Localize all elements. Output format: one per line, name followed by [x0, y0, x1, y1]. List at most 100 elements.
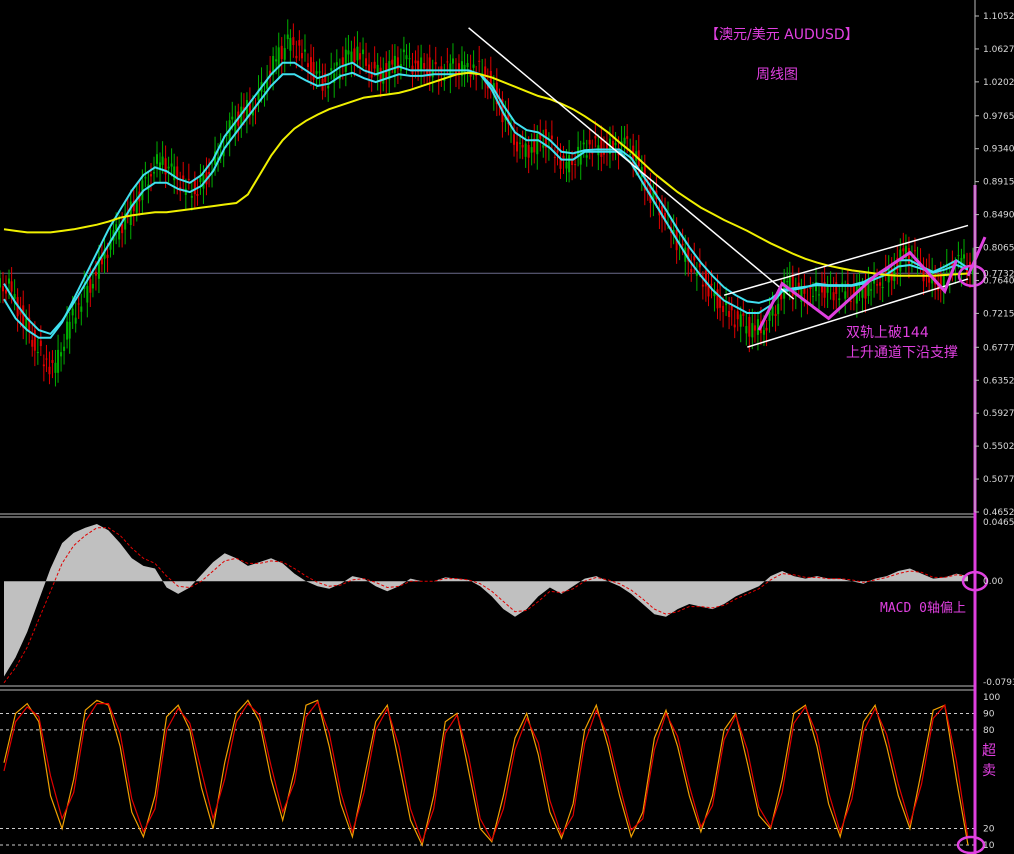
candle-body — [730, 305, 733, 311]
candle-body — [289, 37, 292, 51]
candle-body — [295, 55, 298, 59]
candle-body — [423, 63, 426, 69]
candle-body — [818, 294, 821, 296]
candle-body — [571, 160, 574, 165]
candle-body — [812, 295, 815, 297]
candle-body — [588, 139, 591, 145]
price-tick-label: 0.93400 — [983, 145, 1014, 155]
candle-body — [10, 281, 13, 292]
candle-body — [451, 58, 454, 64]
candle-body — [626, 136, 629, 139]
candle-body — [913, 250, 916, 252]
candle-body — [527, 144, 530, 158]
candle-body — [315, 71, 318, 74]
price-tick-label: 0.72150 — [983, 309, 1014, 319]
candle-body — [286, 34, 289, 40]
price-tick-label: 0.76400 — [983, 276, 1014, 286]
candle-body — [957, 255, 960, 257]
candle-body — [722, 305, 725, 312]
stoch-tick-label: 10 — [983, 841, 995, 851]
candle-body — [475, 74, 478, 76]
candle-body — [582, 142, 585, 145]
candle-body — [736, 311, 739, 320]
candle-body — [187, 178, 190, 180]
candle-body — [414, 60, 417, 64]
candle-body — [844, 291, 847, 299]
candle-body — [100, 258, 103, 265]
candle-body — [530, 147, 533, 153]
candle-body — [0, 278, 1, 288]
candle-body — [553, 156, 556, 158]
macd-tick-label: 0.00 — [983, 577, 1003, 587]
candle-body — [756, 319, 759, 335]
candle-body — [292, 37, 295, 46]
candle-body — [182, 175, 185, 180]
candle-body — [370, 74, 373, 78]
candle-body — [585, 155, 588, 158]
candle-body — [405, 55, 408, 60]
candle-body — [2, 286, 4, 292]
candle-body — [74, 317, 77, 324]
candle-body — [231, 116, 234, 120]
chart-subtitle: 周线图 — [756, 67, 798, 83]
chart-title: 【澳元/美元 AUDUSD】 — [705, 27, 859, 43]
price-tick-label: 0.67775 — [983, 343, 1014, 353]
candle-body — [303, 49, 306, 52]
candle-body — [45, 358, 48, 360]
candle-body — [283, 48, 286, 60]
candle-body — [870, 289, 873, 291]
candle-body — [879, 282, 882, 286]
candle-body — [765, 327, 768, 331]
candle-body — [347, 50, 350, 55]
candle-body — [786, 280, 789, 283]
candle-body — [478, 60, 481, 62]
candle-body — [600, 137, 603, 157]
candle-body — [300, 53, 303, 59]
candle-body — [446, 61, 449, 63]
candle-body — [344, 49, 347, 72]
candle-body — [118, 230, 121, 240]
candle-body — [77, 303, 80, 305]
candle-body — [513, 134, 516, 145]
candle-body — [60, 352, 63, 357]
stoch-tick-label: 90 — [983, 709, 995, 719]
candle-body — [739, 314, 742, 327]
chart-background — [0, 0, 1014, 854]
candle-body — [574, 164, 577, 166]
candle-body — [31, 339, 34, 347]
candle-body — [33, 330, 36, 351]
candle-body — [519, 142, 522, 144]
candle-body — [48, 366, 51, 375]
candle-body — [472, 64, 475, 68]
candle-body — [771, 306, 774, 316]
candle-body — [748, 316, 751, 337]
candle-body — [68, 321, 71, 339]
candle-body — [701, 284, 704, 287]
candle-body — [516, 141, 519, 152]
candle-body — [350, 51, 353, 63]
price-tick-label: 0.84900 — [983, 211, 1014, 221]
price-tick-label: 0.89150 — [983, 178, 1014, 188]
candle-body — [280, 45, 283, 60]
candle-body — [335, 62, 338, 66]
price-tick-label: 0.63525 — [983, 376, 1014, 386]
candle-body — [167, 166, 170, 169]
candle-body — [623, 137, 626, 144]
candle-body — [753, 325, 756, 331]
candle-body — [693, 256, 696, 261]
candle-body — [365, 58, 368, 66]
candle-body — [359, 53, 362, 60]
annotation-breakout-2: 上升通道下沿支撑 — [846, 345, 958, 361]
stoch-tick-label: 20 — [983, 825, 995, 835]
stoch-tick-label: 80 — [983, 726, 995, 736]
annotation-stoch-2: 卖 — [982, 763, 996, 779]
candle-body — [562, 155, 565, 159]
candle-body — [733, 324, 736, 328]
candle-body — [318, 71, 321, 73]
candle-body — [362, 49, 365, 55]
candle-body — [5, 290, 7, 294]
candle-body — [86, 285, 89, 303]
candle-body — [849, 301, 852, 303]
candle-body — [716, 289, 719, 309]
price-tick-label: 0.55025 — [983, 442, 1014, 452]
